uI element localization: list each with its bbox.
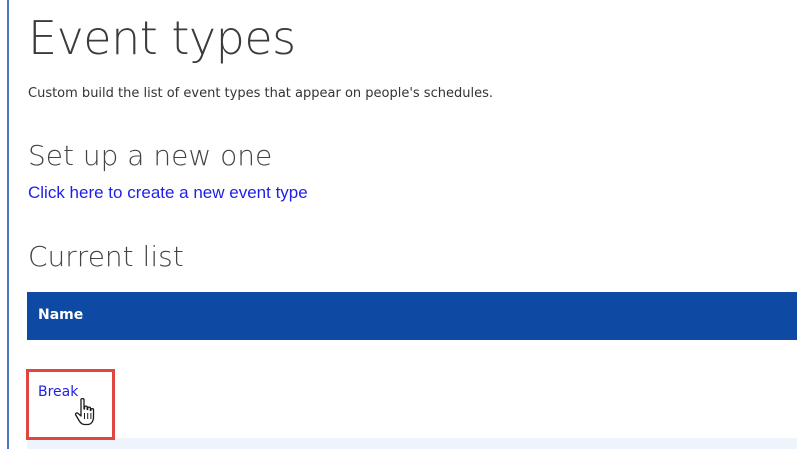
left-border	[7, 0, 9, 449]
current-list-heading: Current list	[28, 240, 184, 273]
column-header-name[interactable]: Name	[38, 306, 83, 324]
page-subtitle: Custom build the list of event types tha…	[28, 86, 493, 101]
table-header: Name	[27, 292, 797, 340]
event-type-link-break[interactable]: Break	[38, 383, 78, 401]
page-frame: Event types Custom build the list of eve…	[0, 0, 797, 449]
page-title: Event types	[28, 11, 296, 65]
create-event-type-link[interactable]: Click here to create a new event type	[28, 182, 308, 204]
table-row-alt	[27, 438, 797, 449]
setup-heading: Set up a new one	[28, 139, 273, 172]
table-row: Break	[27, 340, 797, 438]
